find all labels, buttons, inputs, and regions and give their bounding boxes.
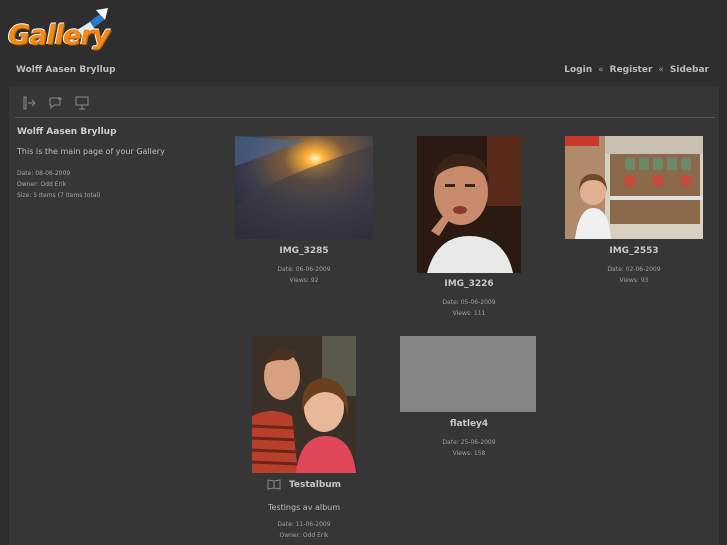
photo-thumbnail[interactable] [565,136,703,239]
nav-separator: « [598,65,604,75]
presentation-icon[interactable] [75,96,89,110]
item-title[interactable]: IMG_3226 [417,279,521,289]
item-views: Views: 92 [289,277,319,284]
album-icon [267,479,281,490]
item-date: Date: 06-06-2009 [277,266,331,273]
album-title-row: Testalbum [235,479,373,490]
item-date: Date: 05-06-2009 [442,299,496,306]
register-link[interactable]: Register [610,65,653,75]
item-date: Date: 25-06-2009 [442,439,496,446]
gallery-item: IMG_3285 Date: 06-06-2009 Views: 92 [235,136,373,286]
item-date: Date: 11-06-2009 [277,521,331,528]
photo-thumbnail[interactable] [235,136,373,239]
view-slideshow-icon[interactable] [23,96,37,110]
item-views: Views: 93 [619,277,649,284]
item-info: Date: 06-06-2009 Views: 92 [235,264,373,286]
photo-thumbnail[interactable] [417,136,521,273]
album-item-description: Testings av album [267,503,341,512]
item-title[interactable]: flatley4 [400,419,538,429]
toolbar-divider [15,117,715,118]
item-date: Date: 02-06-2009 [607,266,661,273]
add-comment-icon[interactable] [49,96,63,110]
gallery-item: IMG_2553 Date: 02-06-2009 Views: 93 [565,136,703,286]
main-panel: Wolff Aasen Bryllup This is the main pag… [9,86,719,545]
item-views: Views: 111 [452,310,486,317]
logo-wordmark: Gallery [8,20,110,51]
item-views: Views: 158 [452,450,486,457]
login-link[interactable]: Login [564,65,592,75]
item-info: Date: 05-06-2009 Views: 111 [417,297,521,319]
gallery-title[interactable]: Wolff Aasen Bryllup [16,65,116,75]
item-title[interactable]: IMG_2553 [565,246,703,256]
gallery-item: IMG_3226 Date: 05-06-2009 Views: 111 [417,136,521,321]
item-info: Date: 25-06-2009 Views: 158 [400,437,538,459]
gallery-album-item: Testalbum Testings av album Date: 11-06-… [235,336,373,545]
album-meta: Date: 08-06-2009 Owner: Odd Erik Size: 5… [17,168,217,201]
album-sidebar: Wolff Aasen Bryllup This is the main pag… [17,127,217,201]
photo-thumbnail[interactable] [400,336,536,412]
gallery-logo[interactable]: Gallery [8,8,110,54]
item-owner: Owner: Odd Erik [279,532,329,539]
album-owner: Owner: Odd Erik [17,181,67,188]
album-thumbnail[interactable] [252,336,356,473]
item-title[interactable]: IMG_3285 [235,246,373,256]
toolbar [23,96,96,114]
header-nav: Login « Register « Sidebar [564,65,709,75]
album-description: This is the main page of your Gallery [17,147,165,156]
item-title[interactable]: Testalbum [289,480,341,490]
nav-separator: « [658,65,664,75]
item-info: Date: 11-06-2009 Owner: Odd Erik [235,519,373,541]
sidebar-link[interactable]: Sidebar [670,65,709,75]
gallery-item: flatley4 Date: 25-06-2009 Views: 158 [400,336,538,486]
album-date: Date: 08-06-2009 [17,170,71,177]
album-title: Wolff Aasen Bryllup [17,127,117,137]
album-size: Size: 5 Items (7 items total) [17,192,101,199]
item-info: Date: 02-06-2009 Views: 93 [565,264,703,286]
